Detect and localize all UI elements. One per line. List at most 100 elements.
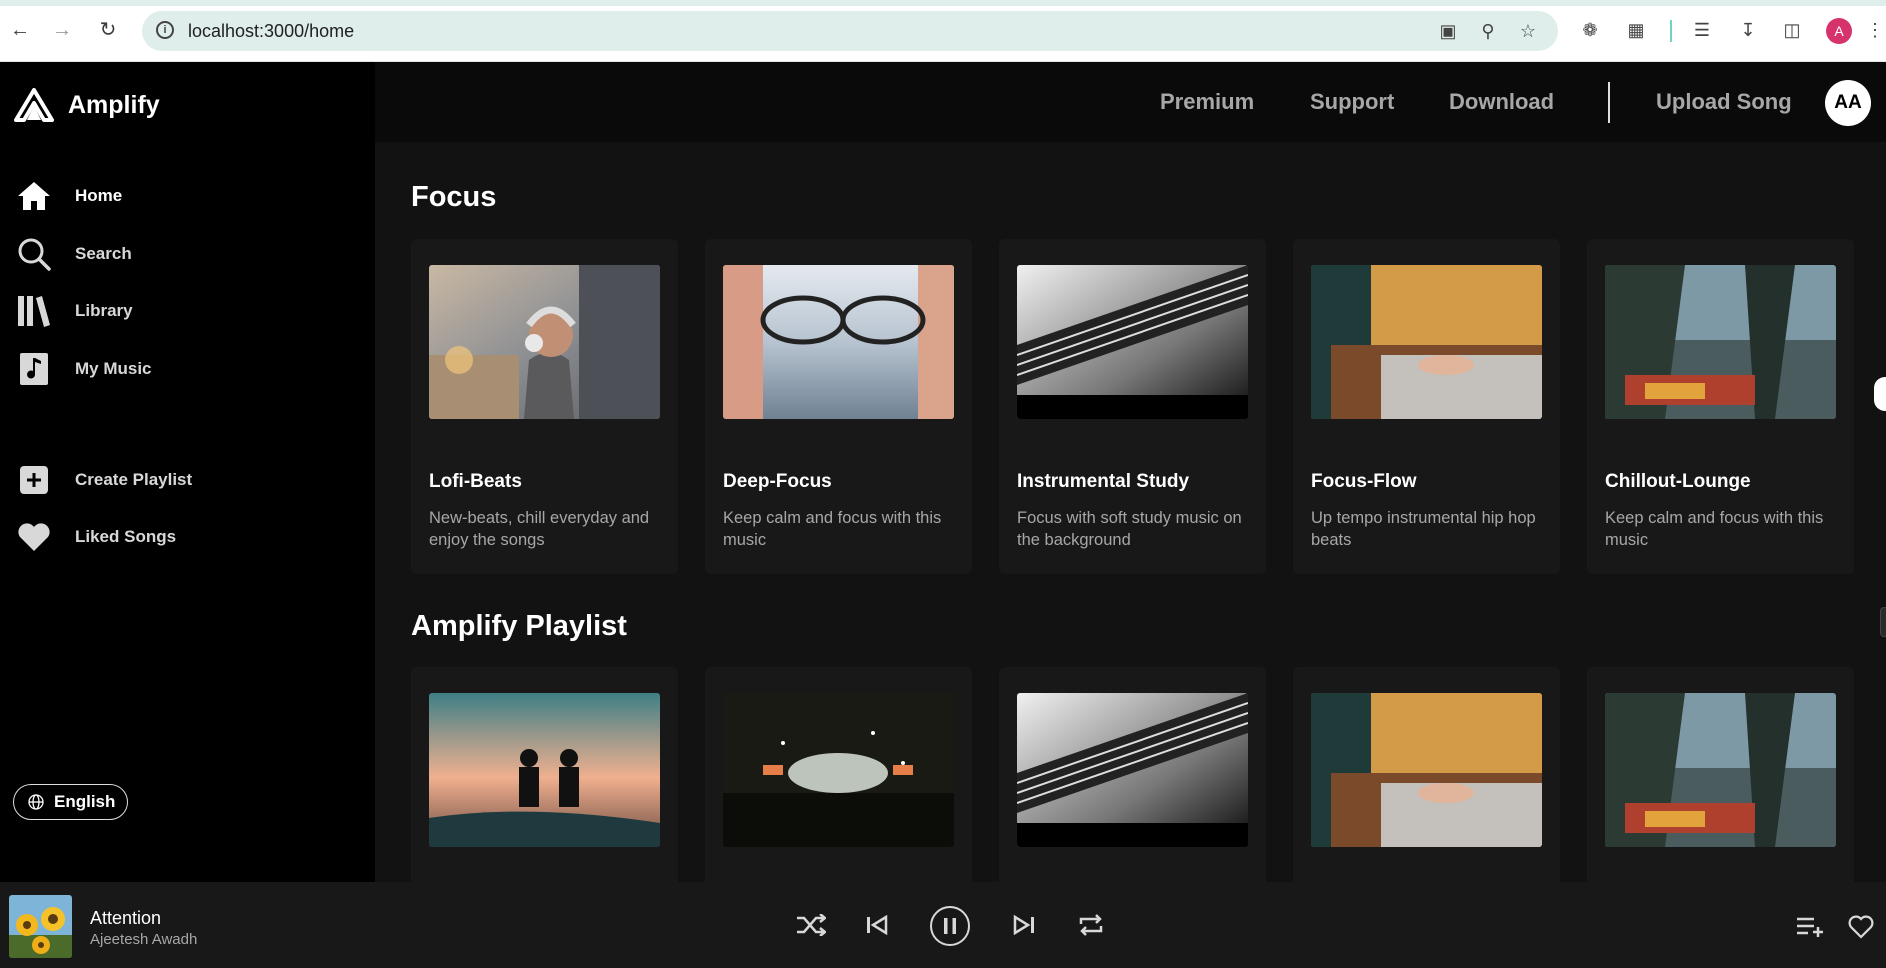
section-title-focus: Focus <box>411 181 497 213</box>
pause-icon <box>944 918 956 934</box>
plus-square-icon <box>16 462 52 498</box>
playlist-card[interactable]: Focus-Flow Up tempo instrumental hip hop… <box>1293 239 1560 574</box>
playlist-card[interactable]: Lofi-Beats New-beats, chill everyday and… <box>411 239 678 574</box>
premium-link[interactable]: Premium <box>1160 89 1254 115</box>
playlist-card[interactable]: Instrumental Study Focus with soft study… <box>999 239 1266 574</box>
playlist-cover-image <box>1605 693 1836 847</box>
previous-track-icon[interactable] <box>860 908 894 942</box>
brand-logo[interactable]: Amplify <box>14 88 160 122</box>
playlist-title: Chillout-Lounge <box>1605 471 1751 492</box>
playlist-title: Deep-Focus <box>723 471 832 492</box>
now-playing-title[interactable]: Attention <box>90 908 161 929</box>
sidebar-item-my-music[interactable]: My Music <box>16 349 152 389</box>
profile-avatar[interactable]: A <box>1826 18 1852 44</box>
sidebar-item-search[interactable]: Search <box>16 234 132 274</box>
like-heart-icon[interactable] <box>1846 912 1876 942</box>
sidebar-item-library[interactable]: Library <box>16 291 133 331</box>
playlist-cover-image <box>1311 693 1542 847</box>
brand-name: Amplify <box>68 90 160 119</box>
repeat-icon[interactable] <box>1074 908 1108 942</box>
language-label: English <box>54 792 116 811</box>
search-icon <box>16 236 52 272</box>
downloads-icon[interactable]: ↧ <box>1736 18 1760 42</box>
install-app-icon[interactable]: ▣ <box>1436 19 1460 43</box>
playlist-description: Keep calm and focus with this music <box>1605 509 1824 549</box>
sidebar: Amplify Home Search Library My Music Cre… <box>0 62 375 882</box>
music-note-icon <box>16 351 52 387</box>
playlist-cover-image <box>1311 265 1542 419</box>
forward-icon[interactable]: → <box>50 18 74 42</box>
extensions-puzzle-icon[interactable]: ▦ <box>1624 18 1648 42</box>
queue-add-icon[interactable] <box>1795 912 1825 942</box>
playlist-description: Up tempo instrumental hip hop beats <box>1311 509 1536 549</box>
heart-icon <box>16 519 52 555</box>
home-icon <box>16 178 52 214</box>
playlist-cover-image <box>723 265 954 419</box>
now-playing-cover <box>9 895 72 958</box>
browser-toolbar: ← → ↻ i localhost:3000/home ▣ ⚲ ☆ ❁ ▦ ☰ … <box>0 0 1886 62</box>
playlist-cover-image <box>1605 265 1836 419</box>
playlist-card[interactable] <box>411 667 678 882</box>
amplify-cards-row <box>411 667 1854 882</box>
bookmark-star-icon[interactable]: ☆ <box>1516 19 1540 43</box>
now-playing-artist[interactable]: Ajeetesh Awadh <box>90 931 197 948</box>
nav-divider <box>1608 82 1610 123</box>
sidebar-item-label: Home <box>75 186 123 205</box>
playlist-card[interactable] <box>999 667 1266 882</box>
playlist-cover-image <box>1017 693 1248 847</box>
url-text[interactable]: localhost:3000/home <box>188 21 354 42</box>
focus-cards-row: Lofi-Beats New-beats, chill everyday and… <box>411 239 1854 574</box>
playlist-cover-image <box>429 693 660 847</box>
playlist-title: Lofi-Beats <box>429 471 522 492</box>
playlist-card[interactable] <box>705 667 972 882</box>
sidebar-item-label: My Music <box>75 359 152 378</box>
carousel-scroll-handle[interactable] <box>1880 607 1886 637</box>
section-title-amplify-playlist: Amplify Playlist <box>411 610 627 642</box>
playlist-cover-image <box>429 265 660 419</box>
upload-song-link[interactable]: Upload Song <box>1656 89 1792 115</box>
playlist-card[interactable]: Deep-Focus Keep calm and focus with this… <box>705 239 972 574</box>
player-bar: Attention Ajeetesh Awadh <box>0 882 1886 968</box>
playlist-card[interactable]: Chillout-Lounge Keep calm and focus with… <box>1587 239 1854 574</box>
top-navbar: Premium Support Download Upload Song AA <box>375 62 1886 142</box>
sidebar-item-label: Liked Songs <box>75 527 177 546</box>
playlist-title: Focus-Flow <box>1311 471 1417 492</box>
playlist-description: Keep calm and focus with this music <box>723 509 942 549</box>
site-info-icon[interactable]: i <box>156 21 174 39</box>
playlist-cover-image <box>1017 265 1248 419</box>
reload-icon[interactable]: ↻ <box>96 18 120 42</box>
playlist-description: New-beats, chill everyday and enjoy the … <box>429 509 650 549</box>
library-icon <box>16 293 52 329</box>
back-icon[interactable]: ← <box>8 18 32 42</box>
side-panel-icon[interactable]: ◫ <box>1780 18 1804 42</box>
playlist-card[interactable] <box>1587 667 1854 882</box>
amplify-logo-icon <box>14 88 54 122</box>
main-content: Premium Support Download Upload Song AA … <box>375 62 1886 882</box>
carousel-next-button[interactable] <box>1874 377 1886 411</box>
address-bar[interactable]: i localhost:3000/home ▣ ⚲ ☆ <box>142 11 1558 51</box>
sidebar-item-label: Search <box>75 244 132 263</box>
globe-icon <box>28 794 44 810</box>
media-queue-icon[interactable]: ☰ <box>1690 18 1714 42</box>
playlist-title: Instrumental Study <box>1017 471 1190 492</box>
next-track-icon[interactable] <box>1007 908 1041 942</box>
playlist-description: Focus with soft study music on the backg… <box>1017 509 1242 549</box>
playlist-cover-image <box>723 693 954 847</box>
sidebar-item-label: Create Playlist <box>75 470 193 489</box>
sidebar-item-create-playlist[interactable]: Create Playlist <box>16 460 192 500</box>
tab-strip <box>0 0 1886 6</box>
menu-kebab-icon[interactable]: ⋮ <box>1866 18 1884 42</box>
extension-bug-icon[interactable]: ❁ <box>1578 18 1602 42</box>
language-button[interactable]: English <box>13 784 128 820</box>
download-link[interactable]: Download <box>1449 89 1554 115</box>
sidebar-item-home[interactable]: Home <box>16 176 122 216</box>
user-avatar[interactable]: AA <box>1825 80 1871 126</box>
support-link[interactable]: Support <box>1310 89 1394 115</box>
playlist-card[interactable] <box>1293 667 1560 882</box>
zoom-icon[interactable]: ⚲ <box>1476 19 1500 43</box>
pause-button[interactable] <box>930 906 970 946</box>
toolbar-separator <box>1670 20 1672 42</box>
sidebar-item-label: Library <box>75 301 133 320</box>
shuffle-icon[interactable] <box>794 908 828 942</box>
sidebar-item-liked-songs[interactable]: Liked Songs <box>16 517 176 557</box>
